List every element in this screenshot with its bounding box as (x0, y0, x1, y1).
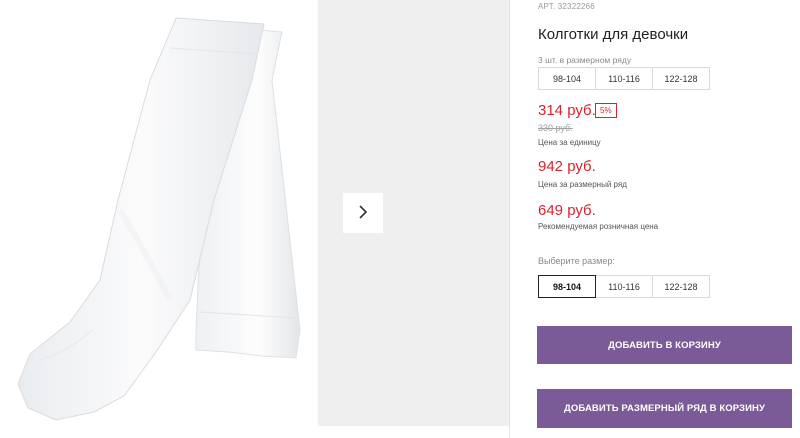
gallery-next-button[interactable] (343, 193, 383, 233)
retail-price-caption: Рекомендуемая розничная цена (538, 222, 659, 231)
pack-price: 942 руб. (538, 158, 596, 175)
unit-price: 314 руб. (538, 102, 596, 119)
size-option-selected[interactable]: 98-104 (538, 275, 596, 298)
size-selector: 98-104 110-116 122-128 (538, 275, 710, 298)
product-title: Колготки для девочки (538, 26, 689, 43)
vertical-divider (509, 0, 510, 438)
add-to-cart-button[interactable]: ДОБАВИТЬ В КОРЗИНУ (537, 326, 792, 364)
add-pack-to-cart-button[interactable]: ДОБАВИТЬ РАЗМЕРНЫЙ РЯД В КОРЗИНУ (537, 389, 792, 428)
pack-label: 3 шт. в размерном ряду (538, 55, 632, 65)
chevron-right-icon (357, 204, 369, 223)
product-photo (0, 0, 318, 426)
size-option[interactable]: 122-128 (652, 275, 710, 298)
pack-price-caption: Цена за размерный ряд (538, 180, 627, 189)
gallery-bottom-edge (0, 426, 509, 438)
size-option[interactable]: 110-116 (595, 275, 653, 298)
pack-size-item: 98-104 (538, 67, 596, 90)
unit-price-caption: Цена за единицу (538, 138, 601, 147)
choose-size-label: Выберите размер: (538, 256, 615, 266)
pack-sizes: 98-104 110-116 122-128 (538, 67, 710, 90)
retail-price: 649 руб. (538, 202, 596, 219)
discount-badge: 5% (595, 103, 617, 118)
pack-size-item: 122-128 (652, 67, 710, 90)
sku-label: АРТ. 32322266 (538, 2, 595, 11)
old-price: 330 руб. (538, 123, 573, 133)
pack-size-item: 110-116 (595, 67, 653, 90)
